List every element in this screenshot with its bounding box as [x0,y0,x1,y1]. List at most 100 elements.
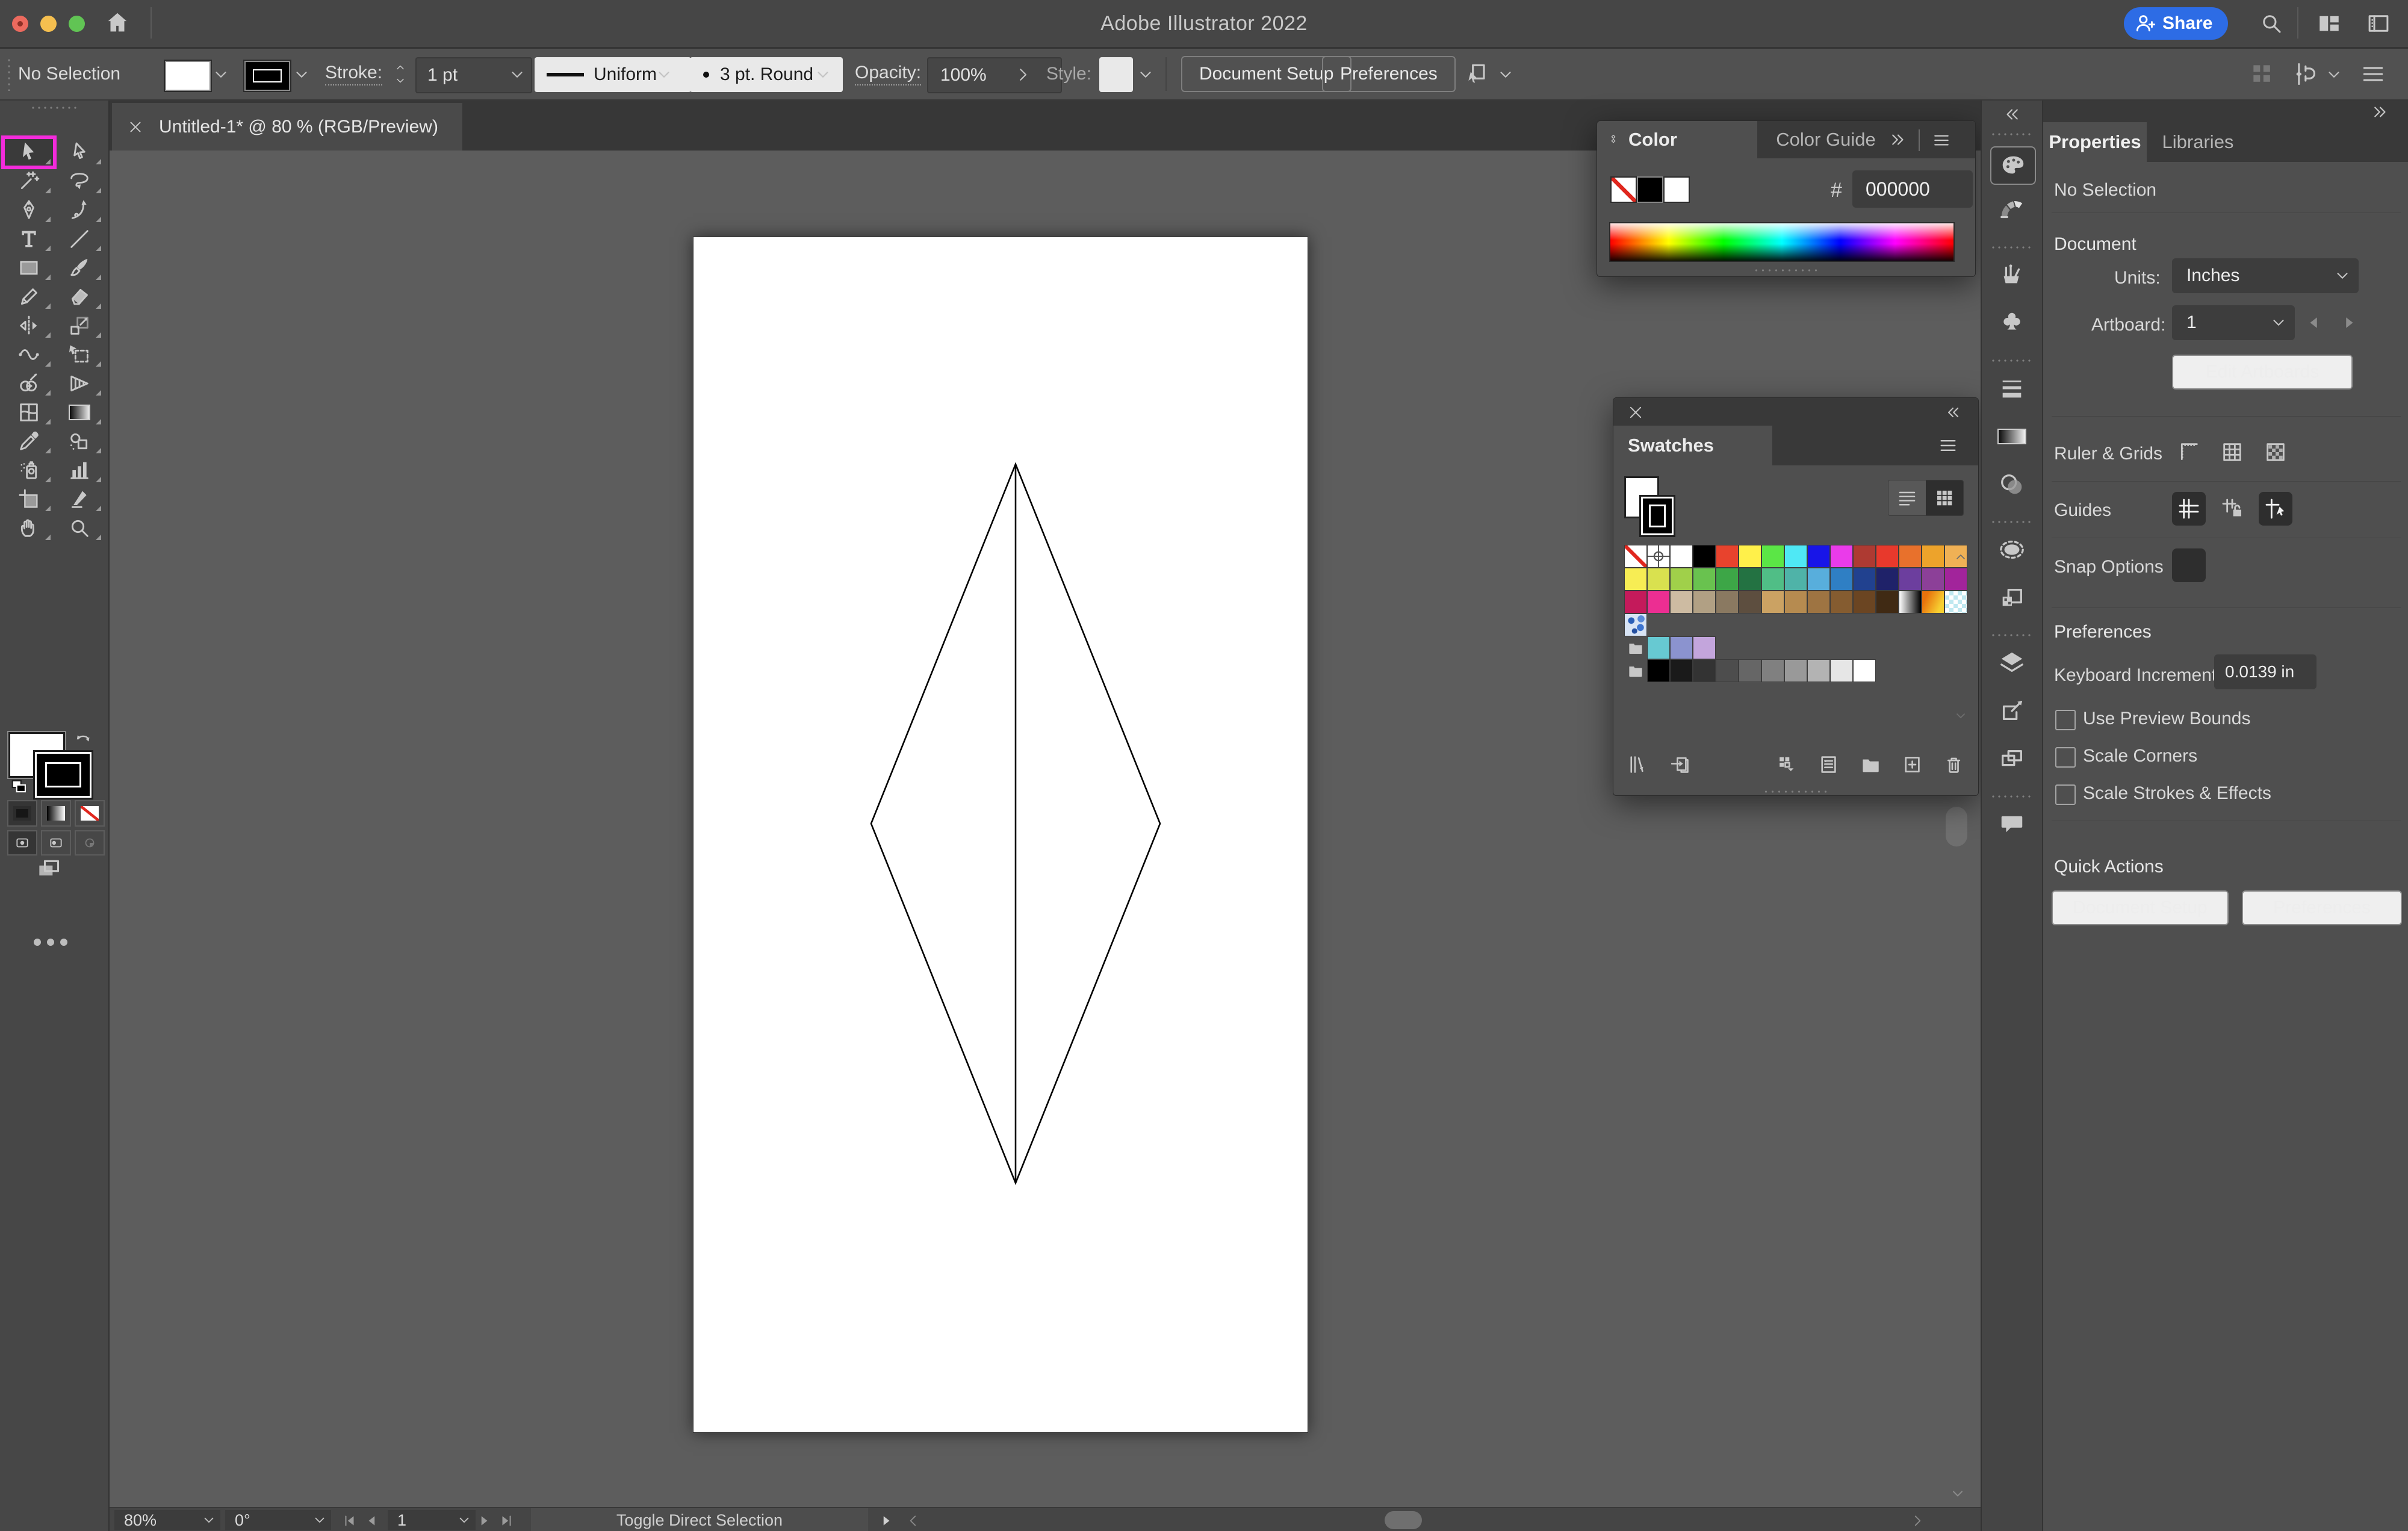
screen-mode-icon[interactable] [31,857,65,883]
reflect-tool[interactable] [4,311,54,340]
swatch-FFFFFF[interactable] [1853,659,1876,682]
lasso-tool[interactable] [54,167,105,196]
color-none-swatch[interactable] [1610,176,1637,203]
artboard-tool[interactable] [4,485,54,514]
zoom-tool[interactable] [54,514,105,542]
gradient-mode-button[interactable] [41,800,71,827]
edit-toolbar-ellipsis[interactable] [34,939,70,948]
swatch-5D4E3F[interactable] [1739,591,1761,613]
swatch-58AEDC[interactable] [1807,568,1830,591]
gradient-tool[interactable] [54,398,105,427]
blend-tool[interactable] [54,427,105,456]
quick-preferences-button[interactable]: Preferences [2242,890,2402,925]
curvature-tool[interactable] [54,196,105,225]
dock-group-grip[interactable] [1990,245,2034,250]
swatch-21418F[interactable] [1853,568,1876,591]
swatch-8B93CF[interactable] [1670,636,1693,659]
swatch-808080[interactable] [1761,659,1784,682]
swatch-transparency[interactable] [1944,591,1967,613]
scale-tool[interactable] [54,311,105,340]
swatch-E8392C[interactable] [1876,545,1899,568]
next-artboard-nav-icon[interactable] [476,1513,491,1529]
quick-document-setup-button[interactable]: Document Setup [2052,890,2229,925]
new-swatch-icon[interactable] [1901,751,1923,778]
scroll-left-icon[interactable] [905,1513,921,1529]
swatch-C3A5DC[interactable] [1693,636,1716,659]
color-mode-button[interactable] [7,800,37,827]
stroke-caret-icon[interactable] [293,66,311,84]
stroke-proxy[interactable] [35,752,92,798]
swatch-scroll-down-icon[interactable] [1952,709,1970,723]
tab-swatches[interactable]: Swatches [1613,426,1772,465]
snap-grid-toggle[interactable] [2215,548,2249,582]
swatch-67C9D2[interactable] [1647,636,1670,659]
eyedropper-tool[interactable] [4,427,54,456]
swatch-FFFFFF[interactable] [1670,545,1693,568]
status-display[interactable]: Toggle Direct Selection [531,1508,868,1531]
default-fill-stroke-icon[interactable] [7,777,31,798]
stroke-weight-caret-icon[interactable] [508,66,526,84]
smart-guides-toggle[interactable] [2259,492,2292,526]
delete-swatch-icon[interactable] [1943,751,1965,778]
swatch-50BE86[interactable] [1761,568,1784,591]
swatch-A2249B[interactable] [1944,568,1967,591]
color-group-folder[interactable] [1624,636,1647,659]
swatch-000000[interactable] [1647,659,1670,682]
swatches-resize-grip[interactable] [1763,789,1829,794]
color-panel-resize-grip[interactable] [1753,268,1819,273]
pen-tool[interactable] [4,196,54,225]
dock-panel-brushes[interactable] [1996,259,2028,291]
preferences-button[interactable]: Preferences [1322,56,1456,92]
checkbox-use-preview-bounds[interactable] [2055,710,2076,730]
color-black-swatch[interactable] [1637,176,1663,203]
snap-pixel-toggle[interactable] [2259,548,2292,582]
swatch-libraries-menu-icon[interactable] [1627,751,1649,778]
paintbrush-tool[interactable] [54,253,105,282]
swatch-4FB3A8[interactable] [1784,568,1807,591]
swatch-B1A084[interactable] [1693,591,1716,613]
slice-tool[interactable] [54,485,105,514]
brush-caret-icon[interactable] [814,66,832,84]
magic-wand-tool[interactable] [4,167,54,196]
isolate-mode-icon[interactable] [1464,61,1491,87]
show-guides-toggle[interactable] [2172,492,2206,526]
swatch-E8432D[interactable] [1716,545,1739,568]
swatch-1A1A1A[interactable] [1670,659,1693,682]
ruler-toggle[interactable] [2172,435,2206,469]
edit-artboards-button[interactable]: Edit Artboards [2172,355,2353,390]
none-mode-button[interactable] [75,800,105,827]
share-button[interactable]: Share [2124,7,2229,40]
color-group-folder-icon[interactable] [1625,639,1646,657]
swatch-AE3A32[interactable] [1853,545,1876,568]
selection-tool[interactable] [1,135,57,169]
list-view-button[interactable] [1888,480,1926,515]
color-group-folder[interactable] [1624,659,1647,682]
dock-group-grip[interactable] [1990,358,2034,363]
dock-panel-layers[interactable] [1996,647,2028,679]
dock-group-grip[interactable] [1990,794,2034,799]
swatch-E8712C[interactable] [1899,545,1922,568]
document-tab[interactable]: Untitled-1* @ 80 % (RGB/Preview) [112,103,462,151]
last-artboard-icon[interactable] [498,1513,514,1529]
swatch-3DA647[interactable] [1716,568,1739,591]
tab-color-guide[interactable]: Color Guide [1748,121,1904,158]
panel-collapse-diamond-icon[interactable] [1607,131,1620,149]
dock-panel-graphic-styles[interactable] [1996,582,2028,613]
control-bar-grip[interactable] [6,57,12,91]
swatch-D9E14F[interactable] [1647,568,1670,591]
dock-panel-artboards[interactable] [1996,744,2028,775]
swatch-9E7442[interactable] [1807,591,1830,613]
rotation-dropdown[interactable]: 0° [225,1510,331,1530]
swatch-1F2269[interactable] [1876,568,1899,591]
zoom-level-dropdown[interactable]: 80% [114,1510,220,1530]
swatches-menu-icon[interactable] [1936,435,1960,456]
hand-tool[interactable] [4,514,54,542]
dock-panel-transparency[interactable] [1996,469,2028,500]
collapse-properties-icon[interactable] [2368,103,2392,121]
swatch-4FE8F5[interactable] [1784,545,1807,568]
swatch-333333[interactable] [1693,659,1716,682]
swatch-gradient-orange[interactable] [1922,591,1944,613]
dock-panel-symbols[interactable] [1996,308,2028,339]
snap-caret-icon[interactable] [2325,66,2343,84]
checkbox-scale-corners[interactable] [2055,747,2076,768]
